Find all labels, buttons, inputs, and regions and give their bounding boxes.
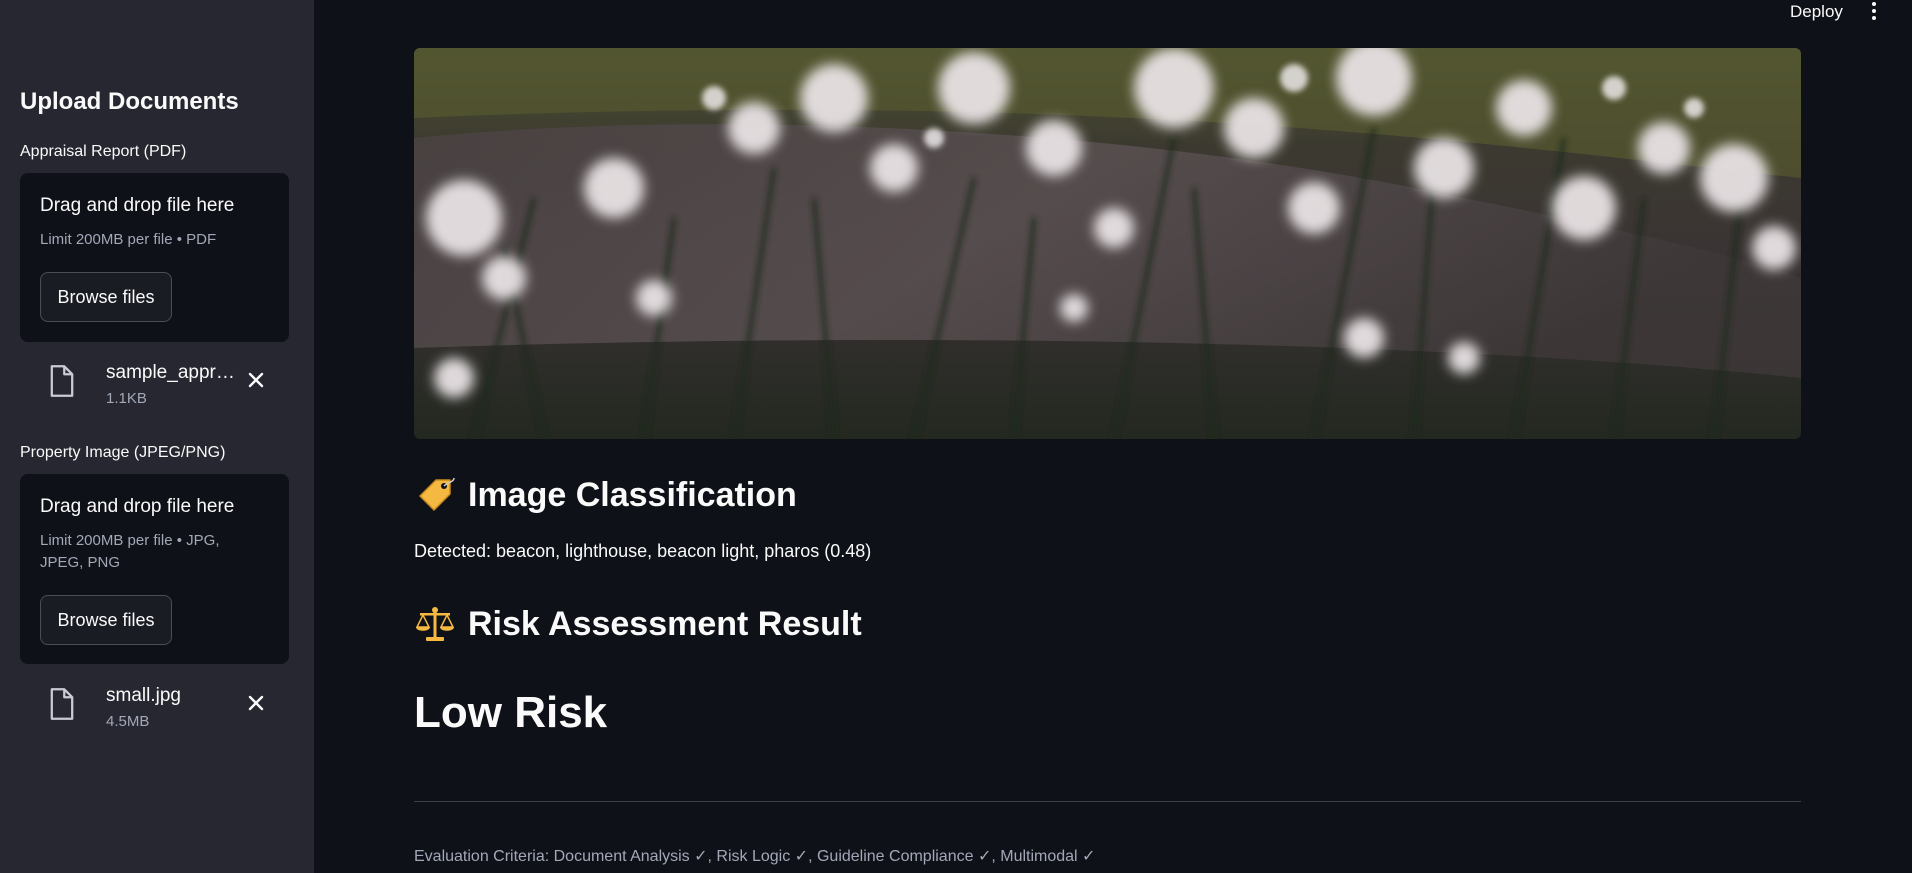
scales-icon <box>415 607 455 641</box>
dropzone-title: Drag and drop file here <box>40 195 235 216</box>
evaluation-criteria: Evaluation Criteria: Document Analysis ✓… <box>414 848 1096 865</box>
dropzone-title: Drag and drop file here <box>40 496 235 517</box>
close-icon[interactable] <box>244 368 268 392</box>
browse-files-button[interactable]: Browse files <box>40 595 172 645</box>
dropzone-limit: Limit 200MB per file • PDF <box>40 231 217 248</box>
browse-files-button[interactable]: Browse files <box>40 272 172 322</box>
kebab-menu-icon[interactable] <box>1864 0 1884 22</box>
classification-heading: Image Classification <box>414 474 797 516</box>
file-name: sample_appr… <box>106 362 235 383</box>
file-size: 4.5MB <box>106 713 150 730</box>
property-image <box>414 48 1801 439</box>
classification-heading-text: Image Classification <box>468 475 797 514</box>
divider <box>414 801 1801 802</box>
risk-heading-text: Risk Assessment Result <box>468 604 862 643</box>
uploaded-file-image: small.jpg 4.5MB <box>20 681 289 737</box>
file-name: small.jpg <box>106 685 181 706</box>
file-icon <box>50 365 74 397</box>
file-size: 1.1KB <box>106 390 147 407</box>
deploy-button[interactable]: Deploy <box>1790 2 1843 22</box>
file-icon <box>50 688 74 720</box>
sidebar: Upload Documents Appraisal Report (PDF) … <box>0 0 314 873</box>
appraisal-report-label: Appraisal Report (PDF) <box>20 143 187 160</box>
property-image-label: Property Image (JPEG/PNG) <box>20 444 226 461</box>
detected-text: Detected: beacon, lighthouse, beacon lig… <box>414 541 872 561</box>
uploaded-file-appraisal: sample_appr… 1.1KB <box>20 358 289 414</box>
close-icon[interactable] <box>244 691 268 715</box>
sidebar-title: Upload Documents <box>20 88 239 115</box>
appraisal-dropzone[interactable]: Drag and drop file here Limit 200MB per … <box>20 173 289 342</box>
tag-icon <box>419 477 455 511</box>
risk-heading: Risk Assessment Result <box>414 603 862 645</box>
risk-result: Low Risk <box>414 688 608 737</box>
dropzone-limit: Limit 200MB per file • JPG, JPEG, PNG <box>40 532 220 571</box>
property-image-dropzone[interactable]: Drag and drop file here Limit 200MB per … <box>20 474 289 664</box>
